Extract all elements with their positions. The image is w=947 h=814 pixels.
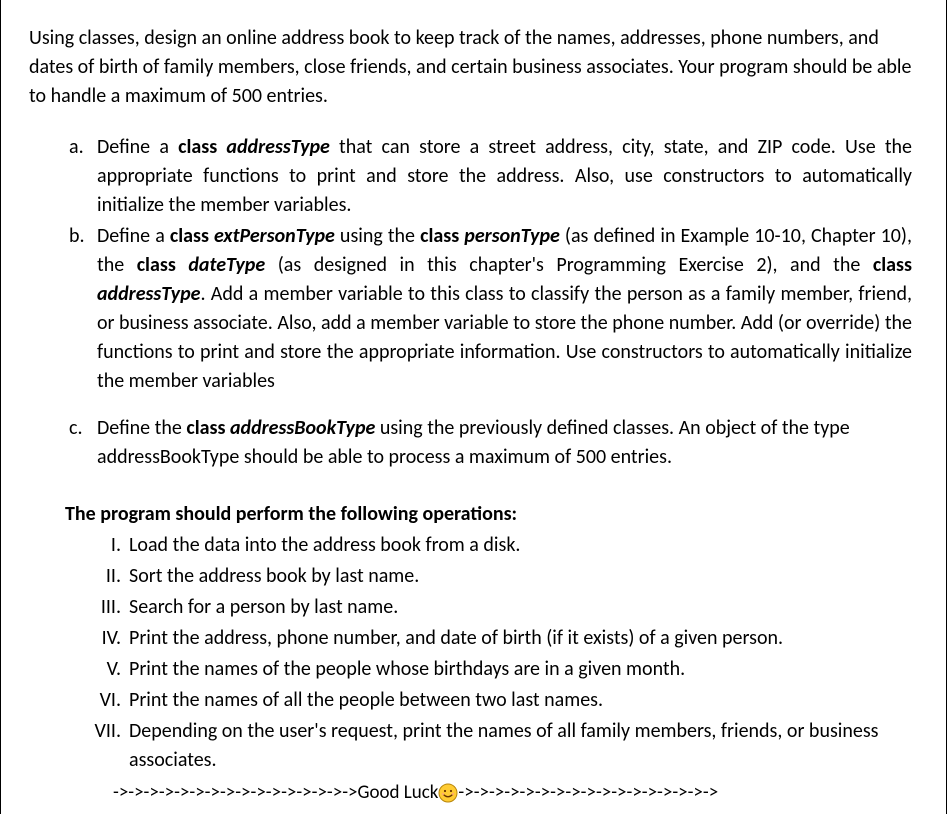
roman-text: Sort the address book by last name. — [129, 564, 419, 588]
roman-item-4: IV. Print the address, phone number, and… — [129, 624, 912, 653]
roman-marker: V. — [75, 655, 121, 684]
roman-item-3: III. Search for a person by last name. — [129, 593, 912, 622]
smiley-icon — [438, 783, 458, 803]
roman-text: Load the data into the address book from… — [129, 533, 520, 557]
operations-header: The program should perform the following… — [65, 500, 912, 529]
roman-item-6: VI. Print the names of all the people be… — [129, 686, 912, 715]
text: Define a — [97, 135, 178, 159]
roman-text: Print the names of the people whose birt… — [129, 657, 685, 681]
roman-list: I. Load the data into the address book f… — [29, 531, 912, 775]
roman-marker: VII. — [75, 717, 121, 746]
text: Define a — [97, 224, 170, 248]
item-c: c. Define the class addressBookType usin… — [97, 414, 912, 472]
text: . Add a member variable to this class to… — [97, 282, 912, 393]
item-a: a. Define a class addressType that can s… — [97, 133, 912, 220]
class-keyword: class — [873, 253, 912, 277]
roman-marker: II. — [75, 562, 121, 591]
marker-c: c. — [69, 414, 83, 443]
class-name: dateType — [188, 253, 265, 277]
intro-paragraph: Using classes, design an online address … — [29, 24, 912, 111]
marker-b: b. — [69, 222, 85, 251]
item-b: b. Define a class extPersonType using th… — [97, 222, 912, 396]
lettered-list: a. Define a class addressType that can s… — [29, 133, 912, 472]
roman-text: Print the names of all the people betwee… — [129, 688, 603, 712]
footer-goodluck: ->->->->->->->->->->->->->->->->Good Luc… — [113, 779, 912, 807]
roman-text: Depending on the user's request, print t… — [129, 719, 878, 772]
class-keyword: class — [170, 224, 214, 248]
roman-marker: IV. — [75, 624, 121, 653]
roman-item-1: I. Load the data into the address book f… — [129, 531, 912, 560]
roman-item-7: VII. Depending on the user's request, pr… — [129, 717, 912, 775]
marker-a: a. — [69, 133, 84, 162]
class-name: addressType — [97, 282, 200, 306]
text: Define the — [97, 416, 186, 440]
roman-marker: I. — [75, 531, 121, 560]
roman-text: Search for a person by last name. — [129, 595, 398, 619]
roman-text: Print the address, phone number, and dat… — [129, 626, 783, 650]
roman-item-2: II. Sort the address book by last name. — [129, 562, 912, 591]
text: using the — [335, 224, 420, 248]
arrows-left: ->->->->->->->->->->->->->->->->Good Luc… — [113, 781, 438, 804]
class-name: addressType — [226, 135, 329, 159]
roman-item-5: V. Print the names of the people whose b… — [129, 655, 912, 684]
arrows-right: ->->->->->->->->->->->->->->->->-> — [458, 781, 718, 804]
roman-marker: VI. — [75, 686, 121, 715]
class-keyword: class — [186, 416, 230, 440]
text: (as designed in this chapter's Programmi… — [265, 253, 873, 277]
class-name: extPersonType — [214, 224, 335, 248]
class-name: personType — [464, 224, 560, 248]
class-keyword: class — [420, 224, 464, 248]
class-keyword: class — [178, 135, 226, 159]
roman-marker: III. — [75, 593, 121, 622]
class-name: addressBookType — [230, 416, 375, 440]
class-keyword: class — [137, 253, 189, 277]
